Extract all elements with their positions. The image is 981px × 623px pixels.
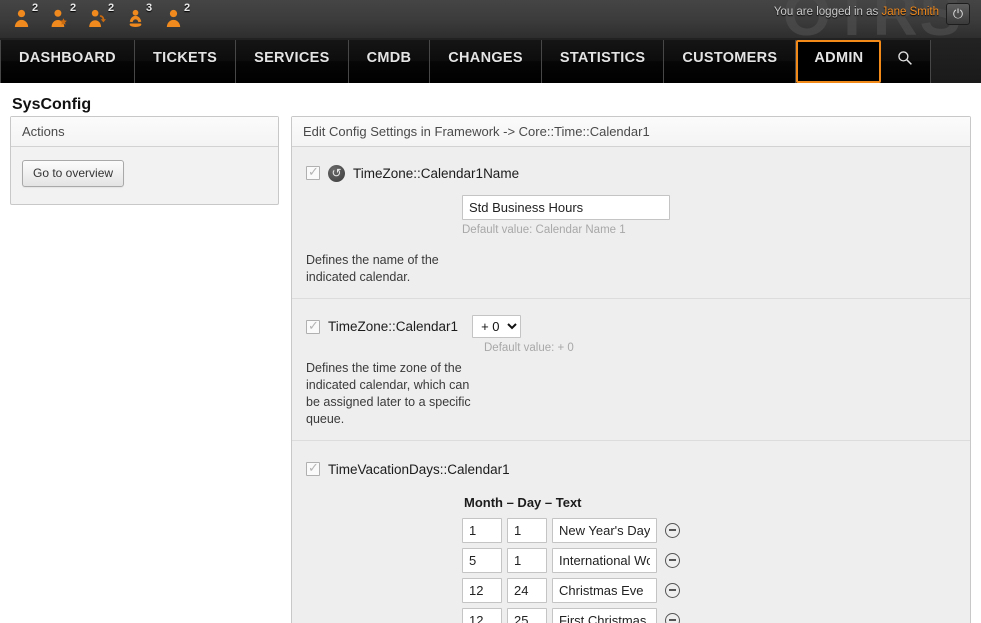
nav-label-cmdb: CMDB xyxy=(367,40,412,66)
config-settings-header: Edit Config Settings in Framework -> Cor… xyxy=(292,117,970,147)
setting-item: TimeZone::Calendar1 + 0 Default value: +… xyxy=(292,299,970,441)
login-info: You are logged in as Jane Smith xyxy=(774,6,939,18)
setting-name: TimeZone::Calendar1Name xyxy=(353,166,519,181)
vacation-table-wrap: Month – Day – Text xyxy=(306,479,956,623)
nav-item-services[interactable]: SERVICES xyxy=(236,40,348,83)
setting-header: TimeVacationDays::Calendar1 xyxy=(306,459,956,479)
settings-list: ↺ TimeZone::Calendar1Name Default value:… xyxy=(292,147,970,623)
actions-body: Go to overview xyxy=(11,147,278,204)
toolbar-badge-5: 2 xyxy=(184,2,190,14)
default-value-label: Default value: Calendar Name 1 xyxy=(462,220,956,236)
vacation-table-header: Month – Day – Text xyxy=(462,491,956,518)
person-plain-icon xyxy=(164,8,183,27)
nav-label-changes: CHANGES xyxy=(448,40,523,66)
actions-header: Actions xyxy=(11,117,278,147)
vacation-month-input[interactable] xyxy=(462,608,502,623)
setting-description: Defines the name of the indicated calend… xyxy=(306,236,476,286)
toolbar-item-3[interactable]: 2 xyxy=(86,1,124,39)
nav-item-dashboard[interactable]: DASHBOARD xyxy=(0,40,135,83)
toolbar-badge-4: 3 xyxy=(146,2,152,14)
vacation-text-input[interactable] xyxy=(552,518,657,543)
toolbar-item-4[interactable]: 3 xyxy=(124,1,162,39)
vacation-row xyxy=(462,548,956,573)
login-prefix: You are logged in as xyxy=(774,6,878,18)
person-arrow-icon xyxy=(88,8,107,27)
setting-header: TimeZone::Calendar1 + 0 xyxy=(306,315,956,338)
person-icon xyxy=(12,8,31,27)
search-icon xyxy=(897,40,913,71)
setting-enabled-checkbox[interactable] xyxy=(306,462,320,476)
setting-header: ↺ TimeZone::Calendar1Name xyxy=(306,163,956,183)
vacation-day-input[interactable] xyxy=(507,608,547,623)
setting-description: Defines the time zone of the indicated c… xyxy=(306,354,476,428)
actions-sidebar: Actions Go to overview xyxy=(10,116,279,205)
nav-item-customers[interactable]: CUSTOMERS xyxy=(664,40,796,83)
vacation-text-input[interactable] xyxy=(552,548,657,573)
minus-circle-icon[interactable] xyxy=(665,613,680,623)
main-navigation: DASHBOARD TICKETS SERVICES CMDB CHANGES … xyxy=(0,40,931,83)
timezone-select[interactable]: + 0 xyxy=(472,315,521,338)
person-arms-up-icon xyxy=(126,8,145,27)
toolbar-badge-2: 2 xyxy=(70,2,76,14)
vacation-row xyxy=(462,578,956,603)
vacation-month-input[interactable] xyxy=(462,578,502,603)
toolbar: 2 2 2 3 xyxy=(10,1,200,39)
vacation-month-input[interactable] xyxy=(462,548,502,573)
config-settings-panel: Edit Config Settings in Framework -> Cor… xyxy=(291,116,971,623)
nav-label-dashboard: DASHBOARD xyxy=(19,40,116,66)
vacation-text-input[interactable] xyxy=(552,608,657,623)
setting-item: TimeVacationDays::Calendar1 Month – Day … xyxy=(292,441,970,623)
vacation-row xyxy=(462,518,956,543)
nav-label-admin: ADMIN xyxy=(814,42,863,66)
vacation-day-input[interactable] xyxy=(507,518,547,543)
minus-circle-icon[interactable] xyxy=(665,523,680,538)
setting-name: TimeVacationDays::Calendar1 xyxy=(328,462,510,477)
main-content: Actions Go to overview Edit Config Setti… xyxy=(0,116,981,623)
vacation-day-input[interactable] xyxy=(507,548,547,573)
vacation-day-input[interactable] xyxy=(507,578,547,603)
vacation-month-input[interactable] xyxy=(462,518,502,543)
toolbar-item-5[interactable]: 2 xyxy=(162,1,200,39)
toolbar-item-2[interactable]: 2 xyxy=(48,1,86,39)
nav-label-services: SERVICES xyxy=(254,40,329,66)
reset-icon[interactable]: ↺ xyxy=(328,165,345,182)
setting-enabled-checkbox[interactable] xyxy=(306,166,320,180)
setting-value-wrap: + 0 xyxy=(466,315,521,338)
login-username[interactable]: Jane Smith xyxy=(881,6,939,18)
minus-circle-icon[interactable] xyxy=(665,583,680,598)
nav-item-cmdb[interactable]: CMDB xyxy=(349,40,431,83)
vacation-row xyxy=(462,608,956,623)
setting-enabled-checkbox[interactable] xyxy=(306,320,320,334)
nav-item-search[interactable] xyxy=(881,40,931,83)
setting-name: TimeZone::Calendar1 xyxy=(328,319,458,334)
person-star-icon xyxy=(50,8,69,27)
minus-circle-icon[interactable] xyxy=(665,553,680,568)
toolbar-badge-1: 2 xyxy=(32,2,38,14)
nav-item-admin[interactable]: ADMIN xyxy=(796,40,881,83)
app-header: OTRS 2 2 2 xyxy=(0,0,981,83)
setting-item: ↺ TimeZone::Calendar1Name Default value:… xyxy=(292,147,970,299)
nav-item-changes[interactable]: CHANGES xyxy=(430,40,542,83)
nav-item-tickets[interactable]: TICKETS xyxy=(135,40,236,83)
toolbar-item-1[interactable]: 2 xyxy=(10,1,48,39)
calendar-name-input[interactable] xyxy=(462,195,670,220)
nav-label-statistics: STATISTICS xyxy=(560,40,645,66)
setting-value-wrap: Default value: Calendar Name 1 xyxy=(306,181,956,236)
vacation-text-input[interactable] xyxy=(552,578,657,603)
logout-button[interactable]: ⏻ xyxy=(946,3,970,25)
page-title: SysConfig xyxy=(0,83,981,116)
nav-label-customers: CUSTOMERS xyxy=(682,40,777,66)
default-value-label: Default value: + 0 xyxy=(306,338,956,354)
go-to-overview-button[interactable]: Go to overview xyxy=(22,160,124,187)
toolbar-badge-3: 2 xyxy=(108,2,114,14)
nav-item-statistics[interactable]: STATISTICS xyxy=(542,40,664,83)
nav-label-tickets: TICKETS xyxy=(153,40,217,66)
